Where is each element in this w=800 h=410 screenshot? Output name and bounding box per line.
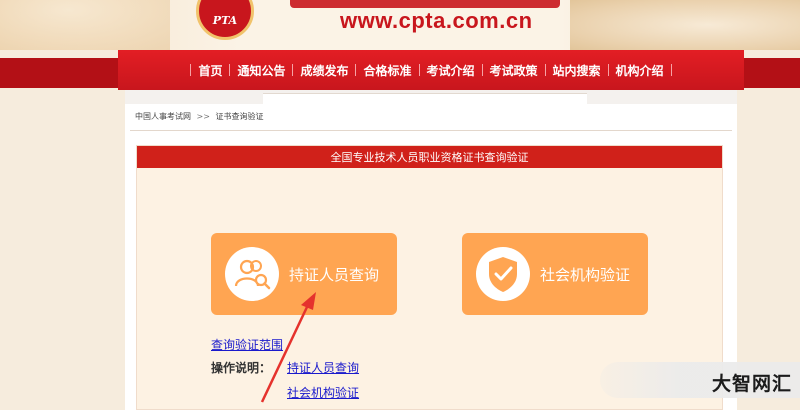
sub-nav-bar xyxy=(263,93,587,104)
logo-text: PTA xyxy=(212,14,238,27)
person-search-icon xyxy=(225,247,279,301)
breadcrumb: 中国人事考试网 >> 证书查询验证 xyxy=(135,111,264,122)
org-verify-label: 社会机构验证 xyxy=(540,265,631,284)
nav-item-site-search[interactable]: 站内搜索 xyxy=(546,62,608,79)
header-decoration-left xyxy=(0,0,170,50)
org-verify-button[interactable]: 社会机构验证 xyxy=(462,233,648,315)
breadcrumb-separator: >> xyxy=(196,112,210,121)
breadcrumb-current: 证书查询验证 xyxy=(215,112,264,121)
nav-separator xyxy=(670,64,672,76)
person-query-label: 持证人员查询 xyxy=(289,265,380,284)
site-header: PTA www.cpta.com.cn xyxy=(0,0,800,50)
sub-nav-strip xyxy=(125,90,737,104)
nav-item-exam-policy[interactable]: 考试政策 xyxy=(483,62,545,79)
header-decoration-right xyxy=(570,0,800,50)
site-title-banner xyxy=(290,0,560,8)
nav-item-notices[interactable]: 通知公告 xyxy=(230,62,292,79)
watermark: 大智网汇 xyxy=(600,362,800,398)
main-nav: 首页 通知公告 成绩发布 合格标准 考试介绍 考试政策 站内搜索 机构介绍 xyxy=(118,50,744,90)
site-logo[interactable]: PTA xyxy=(196,0,254,40)
scope-link[interactable]: 查询验证范围 xyxy=(211,336,283,353)
panel-header: 全国专业技术人员职业资格证书查询验证 xyxy=(137,146,722,168)
nav-item-exam-intro[interactable]: 考试介绍 xyxy=(420,62,482,79)
instruction-org-link[interactable]: 社会机构验证 xyxy=(287,384,359,401)
instructions-label: 操作说明： xyxy=(211,361,272,375)
shield-check-icon xyxy=(476,247,530,301)
breadcrumb-home[interactable]: 中国人事考试网 xyxy=(135,112,191,121)
panel-title: 全国专业技术人员职业资格证书查询验证 xyxy=(330,151,529,164)
nav-item-home[interactable]: 首页 xyxy=(191,62,229,79)
instruction-person-link[interactable]: 持证人员查询 xyxy=(287,359,359,376)
nav-item-org-intro[interactable]: 机构介绍 xyxy=(609,62,671,79)
nav-item-standards[interactable]: 合格标准 xyxy=(356,62,418,79)
site-url: www.cpta.com.cn xyxy=(340,8,533,33)
divider xyxy=(130,130,732,131)
nav-item-results[interactable]: 成绩发布 xyxy=(293,62,355,79)
person-query-button[interactable]: 持证人员查询 xyxy=(211,233,397,315)
watermark-text: 大智网汇 xyxy=(711,373,792,395)
